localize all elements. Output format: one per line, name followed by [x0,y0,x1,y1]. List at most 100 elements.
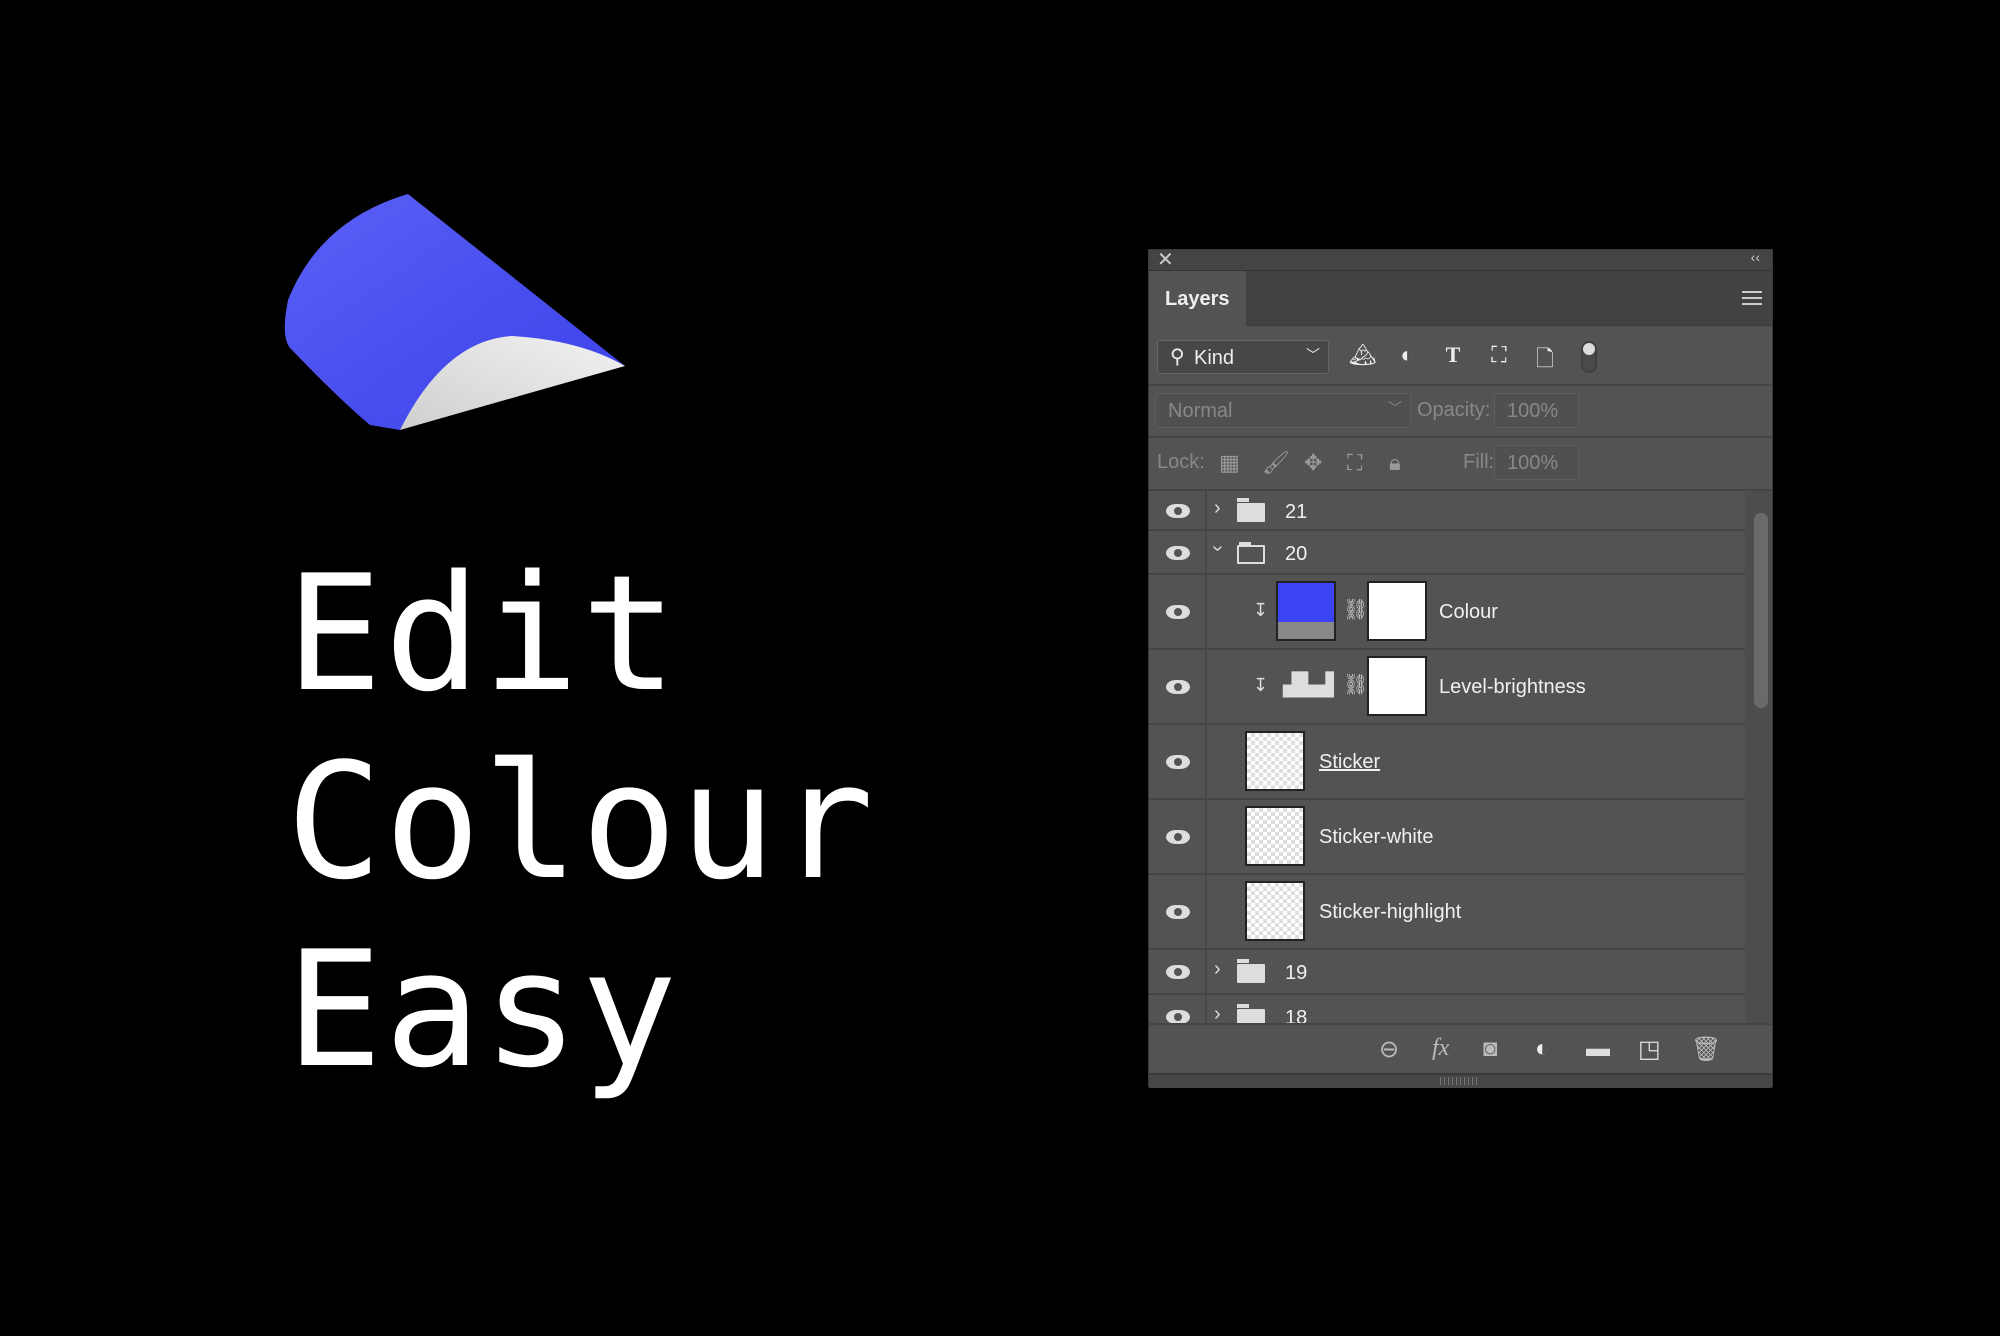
opacity-label: Opacity: [1417,399,1491,421]
chevron-right-icon[interactable]: › [1214,958,1221,981]
collapse-icon[interactable]: ‹‹ [1751,249,1760,265]
layer-name: Colour [1439,601,1498,623]
layer-row-sticker[interactable]: Sticker [1149,725,1747,800]
shape-filter-icon[interactable]: ⛶ [1486,342,1512,370]
eye-icon[interactable] [1166,905,1190,919]
layer-thumbnail [1245,881,1305,941]
type-filter-icon[interactable]: T [1440,342,1466,370]
new-layer-icon[interactable]: ◳ [1638,1035,1661,1064]
lock-brush-icon[interactable]: 🖌︎ [1262,450,1290,476]
levels-icon: ▟▙▟ [1283,672,1334,697]
clipping-arrow-icon: ↧ [1253,600,1269,620]
layer-name: Sticker [1319,751,1381,773]
image-filter-icon[interactable]: 🏔︎ [1349,342,1377,370]
chevron-right-icon[interactable]: › [1214,1003,1221,1023]
opacity-value: 100% [1507,400,1559,422]
layer-name: Sticker-white [1319,826,1434,848]
layer-name: 19 [1285,962,1308,984]
blend-row: Normal ﹀ Opacity: 100% [1149,386,1772,438]
layer-name: 18 [1285,1007,1308,1023]
lock-move-icon[interactable]: ✥ [1304,450,1322,476]
eye-icon[interactable] [1166,965,1190,979]
kind-filter-select[interactable]: ⚲ Kind ﹀ [1157,340,1329,374]
eye-icon[interactable] [1166,680,1190,694]
tab-layers[interactable]: Layers [1149,271,1246,326]
filter-row: ⚲ Kind ﹀ 🏔︎ ◐ T ⛶ 🗋 [1149,326,1772,386]
folder-icon [1237,959,1265,983]
layer-thumbnail [1245,731,1305,791]
layer-row-21[interactable]: › 21 [1149,491,1747,531]
sticker-illustration [284,194,625,430]
chevron-right-icon[interactable]: › [1214,497,1221,520]
link-icon[interactable]: ⛓︎ [1343,672,1368,697]
chevron-down-icon: ﹀ [1306,347,1320,363]
scrollbar-track[interactable] [1745,491,1772,1023]
close-icon[interactable]: ✕ [1157,247,1174,272]
lock-all-icon[interactable]: 🔒︎ [1389,450,1401,476]
eye-icon[interactable] [1166,1010,1190,1023]
adjustment-layer-icon[interactable]: ◐ [1535,1035,1550,1063]
visibility-column [1149,531,1207,573]
visibility-column [1149,995,1207,1023]
folder-open-icon [1237,542,1265,564]
layer-row-18[interactable]: › 18 [1149,995,1747,1023]
colour-fill-thumbnail [1276,581,1336,641]
fill-input[interactable]: 100% [1494,445,1579,480]
layer-row-sticker-white[interactable]: Sticker-white [1149,800,1747,875]
mask-thumbnail [1367,581,1427,641]
panel-menu-icon[interactable] [1742,291,1762,305]
visibility-column [1149,725,1207,798]
resize-grip[interactable] [1149,1073,1772,1088]
link-layers-icon[interactable]: ⊖ [1379,1035,1399,1064]
layer-name: 20 [1285,543,1308,565]
opacity-input[interactable]: 100% [1494,393,1579,428]
eye-icon[interactable] [1166,504,1190,518]
delete-icon[interactable]: 🗑︎ [1691,1035,1721,1064]
layer-name: Sticker-highlight [1319,901,1462,923]
lock-label: Lock: [1157,451,1205,473]
visibility-column [1149,491,1207,529]
eye-icon[interactable] [1166,830,1190,844]
layer-thumbnail [1245,806,1305,866]
layer-row-level-brightness[interactable]: ↧ ▟▙▟ ⛓︎ Level-brightness [1149,650,1747,725]
visibility-column [1149,875,1207,948]
eye-icon[interactable] [1166,546,1190,560]
lock-artboard-icon[interactable]: ⛶ [1347,450,1362,476]
scrollbar-thumb[interactable] [1754,513,1768,708]
add-mask-icon[interactable]: ◙ [1483,1035,1498,1063]
layers-list: › 21 › 20 ↧ ⛓︎ Colour ↧ ▟▙▟ ⛓︎ Level-bri… [1149,491,1772,1023]
lock-transparent-icon[interactable]: ▦ [1219,450,1240,476]
fx-icon[interactable]: fx [1432,1035,1449,1062]
visibility-column [1149,650,1207,723]
filter-toggle[interactable] [1581,341,1597,373]
visibility-column [1149,800,1207,873]
visibility-column [1149,575,1207,648]
chevron-down-icon[interactable]: › [1206,545,1229,552]
layer-row-20[interactable]: › 20 [1149,531,1747,575]
layer-row-19[interactable]: › 19 [1149,950,1747,995]
layer-row-sticker-highlight[interactable]: Sticker-highlight [1149,875,1747,950]
tab-bar: Layers [1149,271,1772,326]
blend-mode-select[interactable]: Normal ﹀ [1155,393,1411,428]
eye-icon[interactable] [1166,605,1190,619]
headline-line-3: Easy [286,916,680,1103]
link-icon[interactable]: ⛓︎ [1343,597,1368,622]
visibility-column [1149,950,1207,993]
kind-label: Kind [1194,347,1235,369]
fill-value: 100% [1507,452,1559,474]
fill-label: Fill: [1463,451,1495,473]
clipping-arrow-icon: ↧ [1253,675,1269,695]
lock-row: Lock: ▦ 🖌︎ ✥ ⛶ 🔒︎ Fill: 100% [1149,438,1772,491]
new-group-icon[interactable]: ▬ [1586,1035,1610,1063]
layers-panel: ✕ ‹‹ Layers ⚲ Kind ﹀ 🏔︎ ◐ T ⛶ 🗋 Normal ﹀ … [1148,247,1773,1088]
mask-thumbnail [1367,656,1427,716]
smart-object-filter-icon[interactable]: 🗋 [1532,342,1558,371]
blend-mode-value: Normal [1168,400,1233,422]
layer-name: Level-brightness [1439,676,1586,698]
panel-titlebar: ✕ ‹‹ [1149,247,1772,272]
adjustment-filter-icon[interactable]: ◐ [1394,342,1420,370]
eye-icon[interactable] [1166,755,1190,769]
headline-line-1: Edit [286,540,680,727]
folder-icon [1237,498,1265,522]
layer-row-colour[interactable]: ↧ ⛓︎ Colour [1149,575,1747,650]
